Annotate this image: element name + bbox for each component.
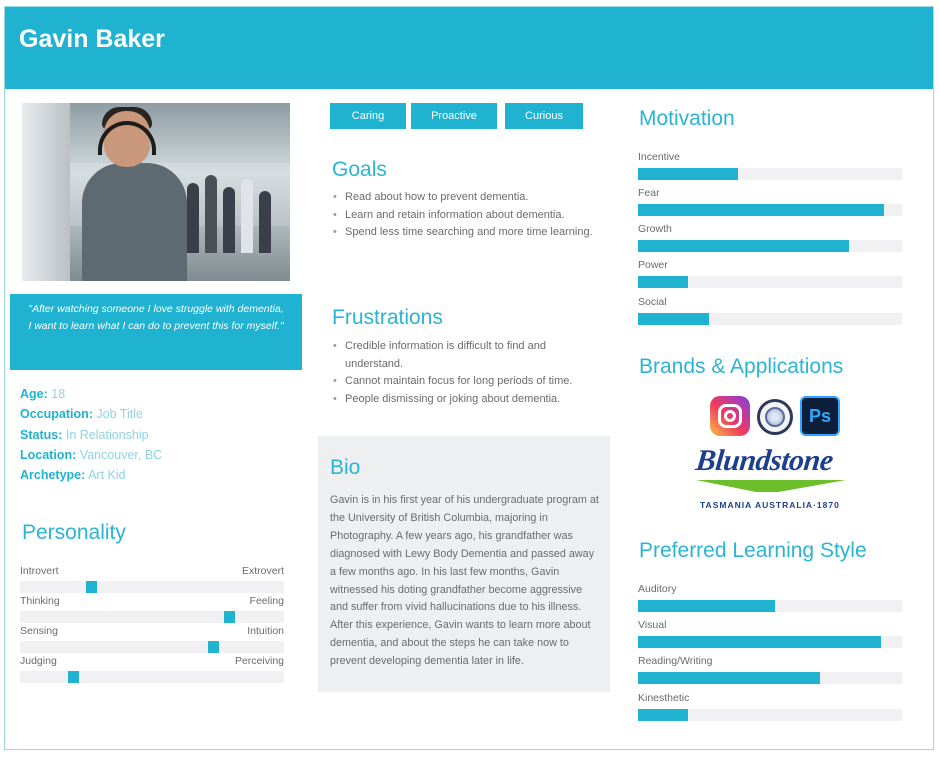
learning-title: Preferred Learning Style [639, 539, 867, 562]
bio-text: Gavin is in his first year of his underg… [330, 494, 599, 668]
motivation-bar: Power [638, 259, 902, 289]
fact-occupation: Occupation: Job Title [20, 407, 143, 422]
goals-list: Read about how to prevent dementia. Lear… [332, 189, 602, 242]
personality-marker [68, 671, 79, 683]
profile-facts: Age: 18 Occupation: Job Title Status: In… [20, 384, 300, 485]
instagram-icon [710, 396, 750, 436]
brands-logos: Ps Blundstone TASMANIA AUSTRALIA·1870 [692, 396, 862, 516]
motivation-bar: Incentive [638, 151, 902, 181]
learning-bar: Kinesthetic [638, 692, 902, 722]
personality-marker [224, 611, 235, 623]
goals-title: Goals [332, 158, 387, 181]
fact-age: Age: 18 [20, 387, 66, 401]
frustrations-title: Frustrations [332, 306, 443, 329]
persona-quote: "After watching someone I love struggle … [10, 294, 302, 370]
learning-fill [638, 672, 820, 684]
blundstone-logo: Blundstone TASMANIA AUSTRALIA·1870 [692, 444, 862, 514]
list-item: Spend less time searching and more time … [332, 224, 602, 242]
motivation-fill [638, 240, 849, 252]
motivation-fill [638, 313, 709, 325]
trait-tag: Proactive [411, 103, 497, 129]
fact-status: Status: In Relationship [20, 427, 149, 442]
learning-fill [638, 709, 688, 721]
personality-scale: Thinking Feeling [20, 595, 284, 625]
motivation-fill [638, 204, 884, 216]
motivation-bar: Social [638, 296, 902, 326]
learning-bar: Auditory [638, 583, 902, 613]
bio-panel: Bio Gavin is in his first year of his un… [318, 436, 610, 692]
personality-scale: Introvert Extrovert [20, 565, 284, 595]
personality-title: Personality [22, 521, 126, 544]
motivation-bar: Fear [638, 187, 902, 217]
list-item: Read about how to prevent dementia. [332, 189, 602, 207]
seal-icon [757, 399, 793, 435]
brands-title: Brands & Applications [639, 355, 844, 378]
trait-tag: Curious [505, 103, 583, 129]
fact-archetype: Archetype: Art Kid [20, 468, 126, 483]
list-item: Cannot maintain focus for long periods o… [332, 373, 602, 391]
learning-fill [638, 636, 881, 648]
motivation-bar: Growth [638, 223, 902, 253]
list-item: Credible information is difficult to fin… [332, 338, 602, 373]
motivation-fill [638, 276, 688, 288]
personality-marker [86, 581, 97, 593]
personality-scale: Sensing Intuition [20, 625, 284, 655]
motivation-fill [638, 168, 738, 180]
bio-title: Bio [330, 456, 361, 479]
header-bar: Gavin Baker [5, 7, 933, 89]
list-item: People dismissing or joking about dement… [332, 391, 602, 409]
photoshop-icon: Ps [800, 396, 840, 436]
motivation-title: Motivation [639, 107, 735, 130]
learning-bar: Reading/Writing [638, 655, 902, 685]
learning-fill [638, 600, 775, 612]
persona-photo [22, 103, 290, 281]
list-item: Learn and retain information about demen… [332, 207, 602, 225]
trait-tag: Caring [330, 103, 406, 129]
personality-marker [208, 641, 219, 653]
learning-bar: Visual [638, 619, 902, 649]
personality-scale: Judging Perceiving [20, 655, 284, 685]
persona-name: Gavin Baker [19, 25, 165, 53]
frustrations-list: Credible information is difficult to fin… [332, 338, 602, 408]
fact-location: Location: Vancouver, BC [20, 447, 163, 462]
